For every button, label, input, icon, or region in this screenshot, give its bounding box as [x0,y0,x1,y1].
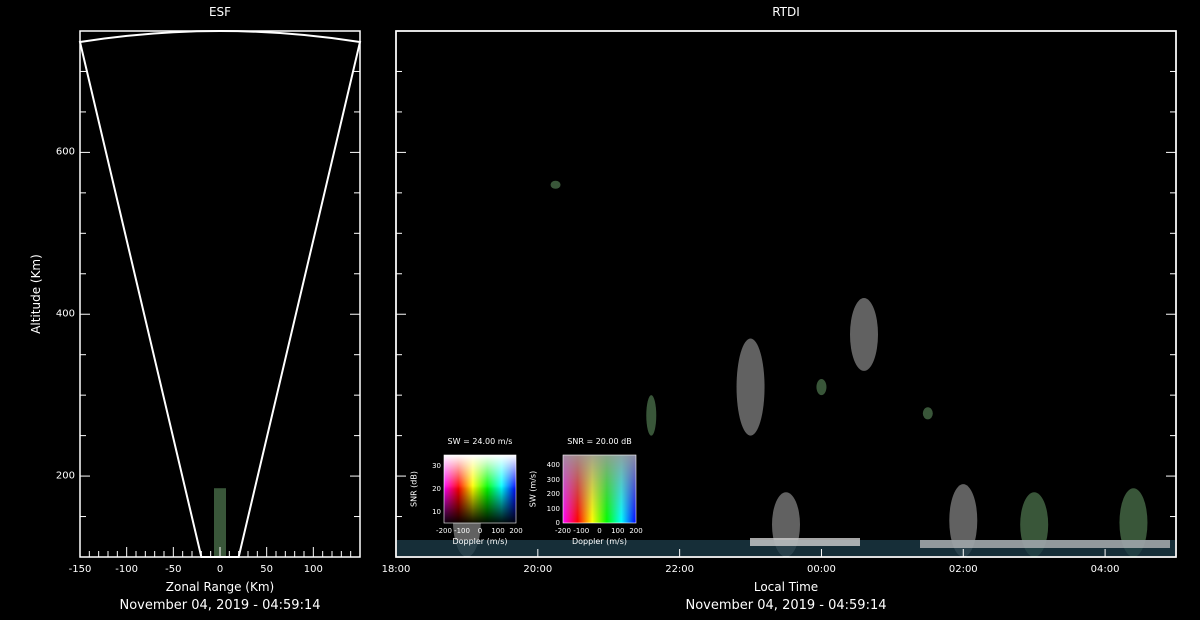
legend-x-tick-label: -200 [436,527,452,535]
esf-x-tick-label: -100 [115,564,139,575]
esf-xlabel: Zonal Range (Km) [165,580,275,594]
rtdi-x-tick-label: 04:00 [1090,564,1120,575]
legend-x-tick-label: -100 [454,527,470,535]
rtdi-echo-patch [816,378,827,396]
legend-title: SNR = 20.00 dB [567,437,632,446]
esf-x-tick-label: -50 [165,564,182,575]
legend-x-tick-label: 0 [597,527,602,535]
rtdi-echo-patch [550,180,561,189]
esf-y-tick-label: 400 [55,308,75,320]
legend-snr-grey-overlay [563,455,636,523]
legend-y-tick-label: 300 [546,475,560,484]
rtdi-xlabel: Local Time [753,580,819,594]
legend-x-tick-label: 100 [611,527,625,535]
rtdi-echo-patch [646,395,657,436]
esf-footer-timestamp: November 04, 2019 - 04:59:14 [119,598,321,613]
legend-title: SW = 24.00 m/s [447,437,513,446]
rtdi-bottom-band [920,540,1170,548]
legend-x-tick-label: -200 [555,527,571,535]
legend-y-tick-label: 10 [432,508,441,516]
rtdi-x-tick-label: 20:00 [523,564,553,575]
rtdi-x-tick-label: 00:00 [807,564,836,575]
legend-sw [443,454,517,524]
rtdi-x-tick-label: 22:00 [665,564,695,575]
esf-x-tick-label: -150 [68,564,92,575]
legend-x-tick-label: 100 [491,527,505,535]
esf-x-tick-label: 50 [260,564,274,575]
rtdi-footer-timestamp: November 04, 2019 - 04:59:14 [685,598,887,613]
esf-x-tick-label: 100 [303,564,323,575]
rtdi-x-tick-label: 18:00 [381,564,411,575]
esf-echo-patch [214,488,226,557]
rtdi-echo-patch [850,298,878,371]
legend-xlabel: Doppler (m/s) [452,537,508,546]
esf-x-tick-label: 0 [216,564,224,575]
legend-x-tick-label: 200 [509,527,523,535]
esf-panel [78,30,362,558]
legend-ylabel: SW (m/s) [528,470,538,508]
legend-y-tick-label: 400 [546,461,560,469]
legend-x-tick-label: 0 [477,527,483,535]
legend-x-tick-label: -100 [573,527,590,535]
legend-x-tick-label: 200 [629,527,643,535]
legend-y-tick-label: 0 [555,519,560,527]
rtdi-echo-patch [922,407,933,420]
esf-title: ESF [208,5,232,19]
esf-y-tick-label: 200 [55,470,75,482]
legend-y-tick-label: 20 [432,485,441,493]
rtdi-echo-patch [736,338,765,436]
legend-snr [562,454,637,524]
legend-sw-dark-overlay [444,455,516,523]
legend-xlabel: Doppler (m/s) [571,537,628,546]
legend-ylabel: SNR (dB) [409,471,419,507]
esf-plot-area [79,30,361,558]
esf-echo-group [214,488,226,557]
legend-y-tick-label: 30 [432,462,441,470]
rtdi-title: RTDI [772,5,800,19]
legend-y-tick-label: 100 [546,504,560,513]
rtdi-x-tick-label: 02:00 [948,564,978,575]
esf-ylabel: Altitude (Km) [29,254,43,334]
esf-y-tick-label: 600 [55,146,75,158]
legend-y-tick-label: 200 [546,490,560,498]
rtdi-bottom-band [750,538,860,546]
